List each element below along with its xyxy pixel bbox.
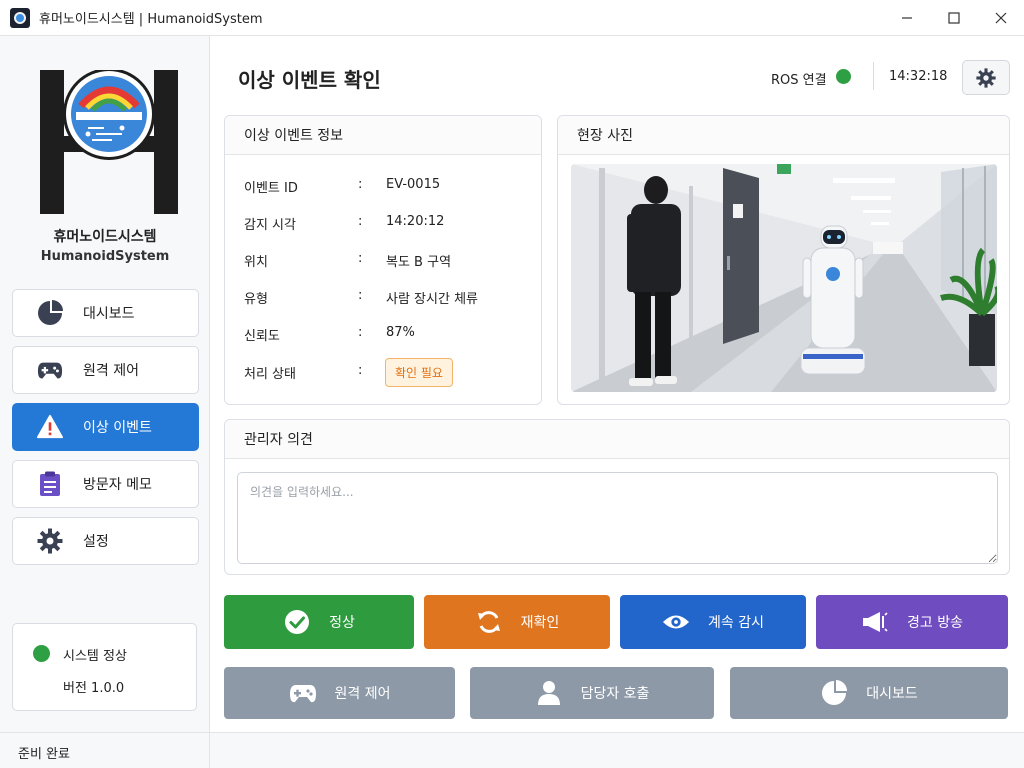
gear-icon bbox=[37, 528, 63, 554]
info-value: 87% bbox=[386, 325, 415, 340]
info-value: EV-0015 bbox=[386, 177, 441, 192]
manager-comment-panel: 관리자 의견 bbox=[224, 419, 1010, 575]
sidebar-item-label: 대시보드 bbox=[83, 306, 135, 322]
info-value: 사람 장시간 체류 bbox=[386, 292, 478, 307]
call-staff-button[interactable]: 담당자 호출 bbox=[470, 667, 714, 719]
system-status-indicator bbox=[33, 645, 50, 662]
warning-icon bbox=[37, 414, 63, 440]
sidebar-item-abnormal-events[interactable]: 이상 이벤트 bbox=[12, 403, 199, 451]
info-label: 처리 상태 bbox=[244, 367, 296, 382]
header-divider bbox=[873, 62, 874, 90]
sidebar-item-remote-control[interactable]: 원격 제어 bbox=[12, 346, 199, 394]
dashboard-button-label: 대시보드 bbox=[866, 686, 918, 702]
dashboard-button[interactable]: 대시보드 bbox=[730, 667, 1008, 719]
info-separator: : bbox=[358, 177, 363, 192]
normal-button[interactable]: 정상 bbox=[224, 595, 414, 649]
info-value: 14:20:12 bbox=[386, 214, 445, 229]
info-row-status: 처리 상태 : 확인 필요 bbox=[225, 358, 541, 387]
minimize-button[interactable] bbox=[883, 0, 930, 36]
info-separator: : bbox=[358, 325, 363, 340]
warning-broadcast-button-label: 경고 방송 bbox=[907, 615, 963, 631]
manager-comment-title: 관리자 의견 bbox=[225, 420, 1009, 459]
info-row-type: 유형 : 사람 장시간 체류 bbox=[225, 286, 541, 308]
info-separator: : bbox=[358, 288, 363, 303]
brand-name-korean: 휴머노이드시스템 bbox=[53, 229, 157, 245]
close-icon bbox=[995, 12, 1006, 23]
info-separator: : bbox=[358, 363, 363, 378]
info-row-event-id: 이벤트 ID : EV-0015 bbox=[225, 175, 541, 197]
ros-connection-indicator bbox=[836, 69, 851, 84]
refresh-icon bbox=[475, 608, 503, 636]
normal-button-label: 정상 bbox=[329, 615, 355, 631]
gamepad-icon bbox=[289, 679, 317, 707]
sidebar-item-label: 방문자 메모 bbox=[83, 477, 152, 493]
info-label: 감지 시각 bbox=[244, 218, 296, 233]
keep-monitoring-button-label: 계속 감시 bbox=[708, 615, 764, 631]
sidebar-item-settings[interactable]: 설정 bbox=[12, 517, 199, 565]
window-controls bbox=[883, 0, 1024, 36]
maximize-icon bbox=[947, 11, 960, 24]
system-status-text: 시스템 정상 bbox=[63, 649, 127, 664]
sidebar-item-dashboard[interactable]: 대시보드 bbox=[12, 289, 199, 337]
check-circle-icon bbox=[283, 608, 311, 636]
remote-control-button[interactable]: 원격 제어 bbox=[224, 667, 455, 719]
warning-broadcast-button[interactable]: 경고 방송 bbox=[816, 595, 1008, 649]
megaphone-icon bbox=[861, 608, 889, 636]
maximize-button[interactable] bbox=[930, 0, 977, 36]
sidebar-item-visitor-memo[interactable]: 방문자 메모 bbox=[12, 460, 199, 508]
ros-connection-label: ROS 연결 bbox=[771, 73, 827, 88]
call-staff-button-label: 담당자 호출 bbox=[580, 686, 650, 702]
clipboard-icon bbox=[37, 471, 63, 497]
remote-control-button-label: 원격 제어 bbox=[334, 686, 391, 702]
status-bar: 준비 완료 bbox=[0, 732, 1024, 768]
info-separator: : bbox=[358, 251, 363, 266]
info-row-confidence: 신뢰도 : 87% bbox=[225, 323, 541, 345]
info-separator: : bbox=[358, 214, 363, 229]
pie-chart-icon bbox=[820, 679, 848, 707]
event-info-title: 이상 이벤트 정보 bbox=[225, 116, 541, 155]
recheck-button[interactable]: 재확인 bbox=[424, 595, 610, 649]
system-status-card: 시스템 정상 버전 1.0.0 bbox=[12, 623, 197, 711]
page-title: 이상 이벤트 확인 bbox=[238, 68, 381, 92]
sidebar-item-label: 이상 이벤트 bbox=[83, 420, 152, 436]
keep-monitoring-button[interactable]: 계속 감시 bbox=[620, 595, 806, 649]
status-bar-text: 준비 완료 bbox=[18, 747, 70, 762]
comment-input[interactable] bbox=[237, 472, 998, 564]
info-label: 위치 bbox=[244, 255, 268, 270]
window-title: 휴머노이드시스템 | HumanoidSystem bbox=[39, 12, 263, 27]
recheck-button-label: 재확인 bbox=[520, 615, 560, 631]
brand-name-english: HumanoidSystem bbox=[40, 249, 170, 264]
version-text: 버전 1.0.0 bbox=[63, 681, 125, 696]
scene-photo bbox=[571, 164, 997, 392]
sidebar-item-label: 설정 bbox=[83, 534, 109, 550]
minimize-icon bbox=[901, 16, 912, 19]
info-label: 이벤트 ID bbox=[244, 181, 298, 196]
app-logo-icon bbox=[10, 7, 30, 28]
info-label: 신뢰도 bbox=[244, 329, 280, 344]
gear-icon bbox=[976, 67, 996, 88]
event-info-panel: 이상 이벤트 정보 이벤트 ID : EV-0015 감지 시각 : 14:20… bbox=[224, 115, 542, 405]
sidebar: 휴머노이드시스템 HumanoidSystem 대시보드 원격 제어 이상 이벤… bbox=[0, 36, 210, 732]
settings-button[interactable] bbox=[962, 60, 1010, 95]
gamepad-icon bbox=[37, 357, 63, 383]
close-button[interactable] bbox=[977, 0, 1024, 36]
pie-chart-icon bbox=[37, 300, 63, 326]
person-icon bbox=[535, 679, 563, 707]
scene-photo-title: 현장 사진 bbox=[558, 116, 1009, 155]
status-bar-divider bbox=[209, 733, 210, 768]
scene-photo-panel: 현장 사진 bbox=[557, 115, 1010, 405]
sidebar-item-label: 원격 제어 bbox=[83, 363, 139, 379]
info-value: 복도 B 구역 bbox=[386, 255, 452, 270]
clock: 14:32:18 bbox=[889, 69, 948, 84]
info-row-detect-time: 감지 시각 : 14:20:12 bbox=[225, 212, 541, 234]
info-row-location: 위치 : 복도 B 구역 bbox=[225, 249, 541, 271]
eye-icon bbox=[662, 608, 690, 636]
info-label: 유형 bbox=[244, 292, 268, 307]
status-badge: 확인 필요 bbox=[385, 358, 453, 387]
title-bar: 휴머노이드시스템 | HumanoidSystem bbox=[0, 0, 1024, 36]
brand-logo-icon bbox=[40, 70, 178, 214]
